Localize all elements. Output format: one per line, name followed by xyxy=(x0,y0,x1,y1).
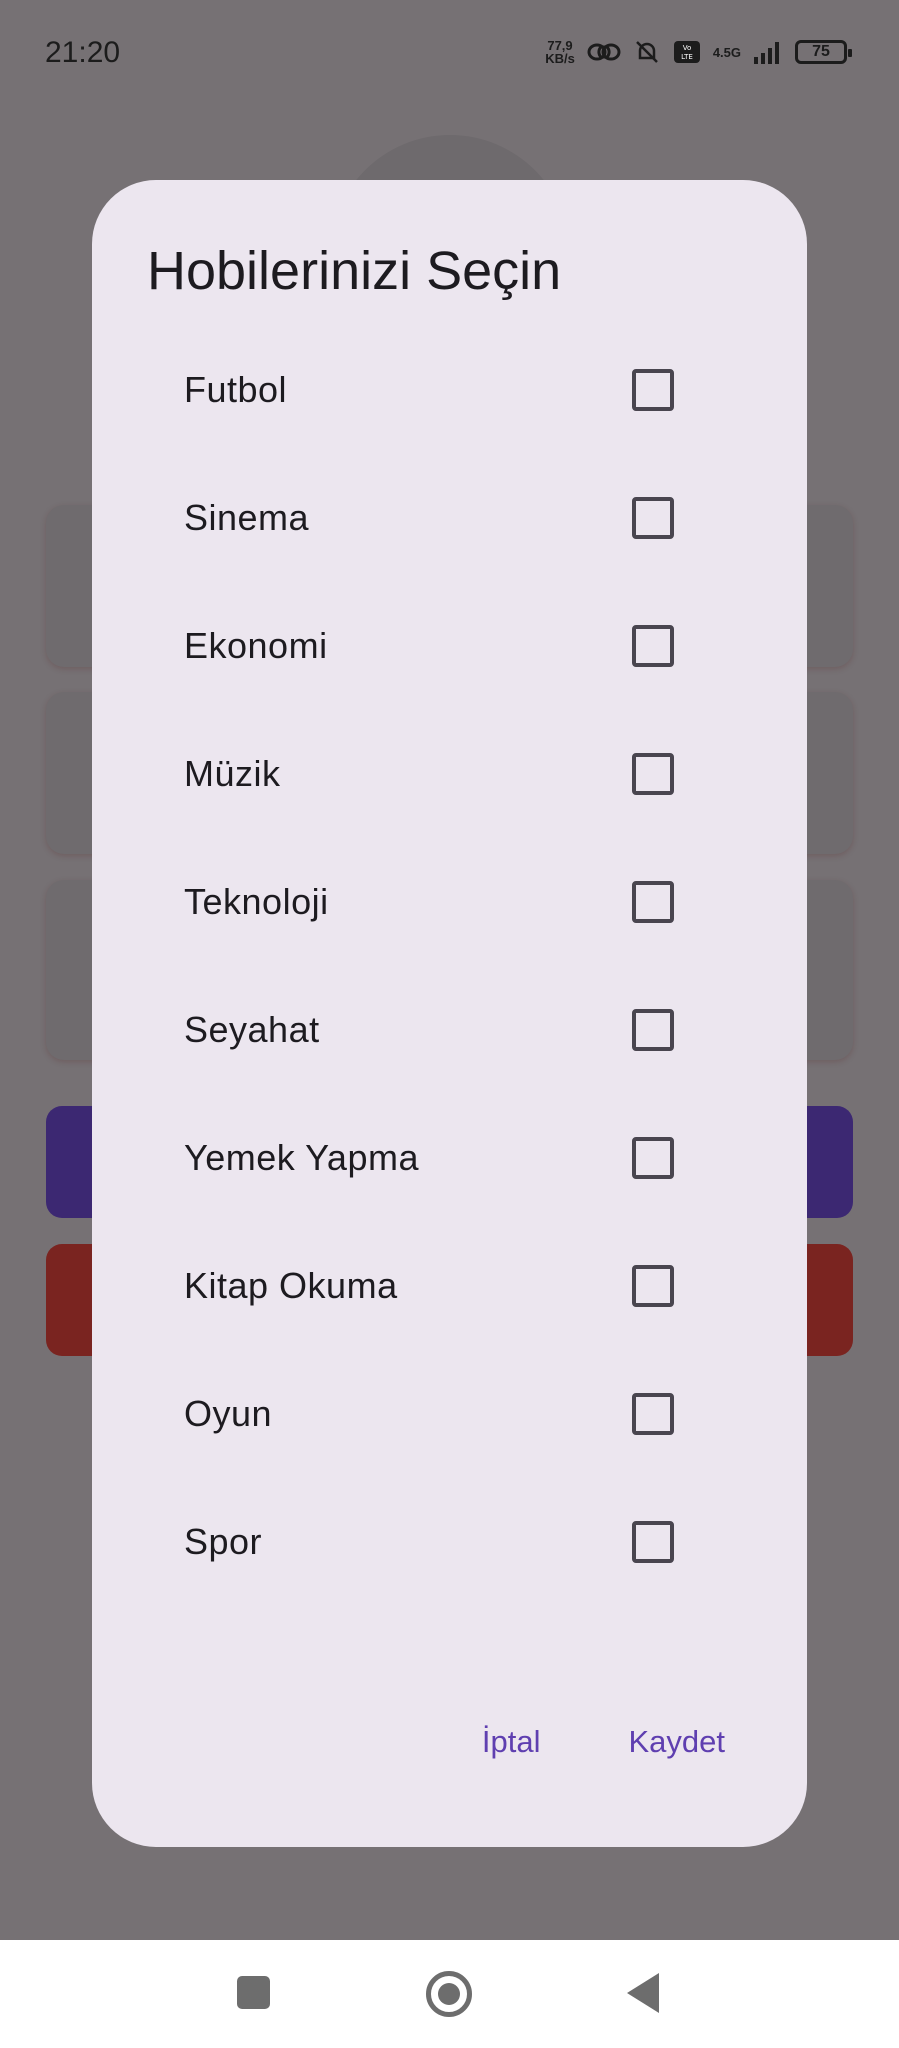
hobby-checkbox[interactable] xyxy=(632,753,674,795)
bell-muted-icon xyxy=(635,41,658,63)
net-speed: 77,9 KB/s xyxy=(545,39,575,65)
hobby-label: Teknoloji xyxy=(184,881,329,922)
status-time: 21:20 xyxy=(45,36,121,69)
hobby-row-sinema[interactable]: Sinema xyxy=(92,473,807,601)
hobby-label: Ekonomi xyxy=(184,625,328,666)
svg-text:Vo: Vo xyxy=(683,44,692,52)
cancel-button[interactable]: İptal xyxy=(482,1724,541,1760)
hobby-checkbox[interactable] xyxy=(632,497,674,539)
svg-text:LTE: LTE xyxy=(681,53,693,61)
hobby-checkbox[interactable] xyxy=(632,1393,674,1435)
hobby-label: Yemek Yapma xyxy=(184,1137,419,1178)
hobby-checkbox[interactable] xyxy=(632,1521,674,1563)
status-bar: 21:20 77,9 KB/s Vo LTE 4.5G 75 xyxy=(0,0,899,108)
hobby-dialog: Hobilerinizi Seçin Futbol Sinema Ekonomi… xyxy=(92,180,807,1847)
hobby-row-futbol[interactable]: Futbol xyxy=(92,345,807,473)
navigation-bar xyxy=(0,1940,899,2048)
volte-icon: Vo LTE xyxy=(673,41,700,63)
recents-square-icon[interactable] xyxy=(237,1976,270,2009)
hobby-row-ekonomi[interactable]: Ekonomi xyxy=(92,601,807,729)
network-type: 4.5G xyxy=(712,44,741,60)
hobby-row-spor[interactable]: Spor xyxy=(92,1497,807,1625)
hobby-label: Sinema xyxy=(184,497,310,538)
hobby-row-oyun[interactable]: Oyun xyxy=(92,1369,807,1497)
hobby-list: Futbol Sinema Ekonomi Müzik Teknoloji Se… xyxy=(92,345,807,1625)
hobby-checkbox[interactable] xyxy=(632,625,674,667)
hobby-label: Spor xyxy=(184,1521,263,1562)
dialog-actions: İptal Kaydet xyxy=(482,1724,725,1760)
hobby-row-kitap-okuma[interactable]: Kitap Okuma xyxy=(92,1241,807,1369)
link-icon xyxy=(587,43,621,61)
hobby-checkbox[interactable] xyxy=(632,1137,674,1179)
battery-icon: 75 xyxy=(795,40,852,64)
hobby-label: Oyun xyxy=(184,1393,273,1434)
battery-level: 75 xyxy=(812,43,830,60)
hobby-label: Kitap Okuma xyxy=(184,1265,398,1306)
hobby-row-teknoloji[interactable]: Teknoloji xyxy=(92,857,807,985)
signal-icon xyxy=(754,42,779,64)
hobby-checkbox[interactable] xyxy=(632,1265,674,1307)
hobby-label: Seyahat xyxy=(184,1009,320,1050)
hobby-label: Futbol xyxy=(184,369,288,410)
hobby-checkbox[interactable] xyxy=(632,1009,674,1051)
hobby-label: Müzik xyxy=(184,753,281,794)
hobby-row-muzik[interactable]: Müzik xyxy=(92,729,807,857)
save-button[interactable]: Kaydet xyxy=(628,1724,725,1760)
hobby-row-yemek-yapma[interactable]: Yemek Yapma xyxy=(92,1113,807,1241)
dialog-title: Hobilerinizi Seçin xyxy=(147,241,562,301)
home-circle-icon[interactable] xyxy=(426,1971,472,2017)
back-triangle-icon[interactable] xyxy=(627,1973,659,2013)
hobby-checkbox[interactable] xyxy=(632,369,674,411)
hobby-checkbox[interactable] xyxy=(632,881,674,923)
hobby-row-seyahat[interactable]: Seyahat xyxy=(92,985,807,1113)
net-speed-unit: KB/s xyxy=(545,51,575,66)
status-icons: 77,9 KB/s Vo LTE 4.5G 75 xyxy=(545,38,852,66)
screen: 21:20 77,9 KB/s Vo LTE 4.5G 75 Hobilerin… xyxy=(0,0,899,2048)
